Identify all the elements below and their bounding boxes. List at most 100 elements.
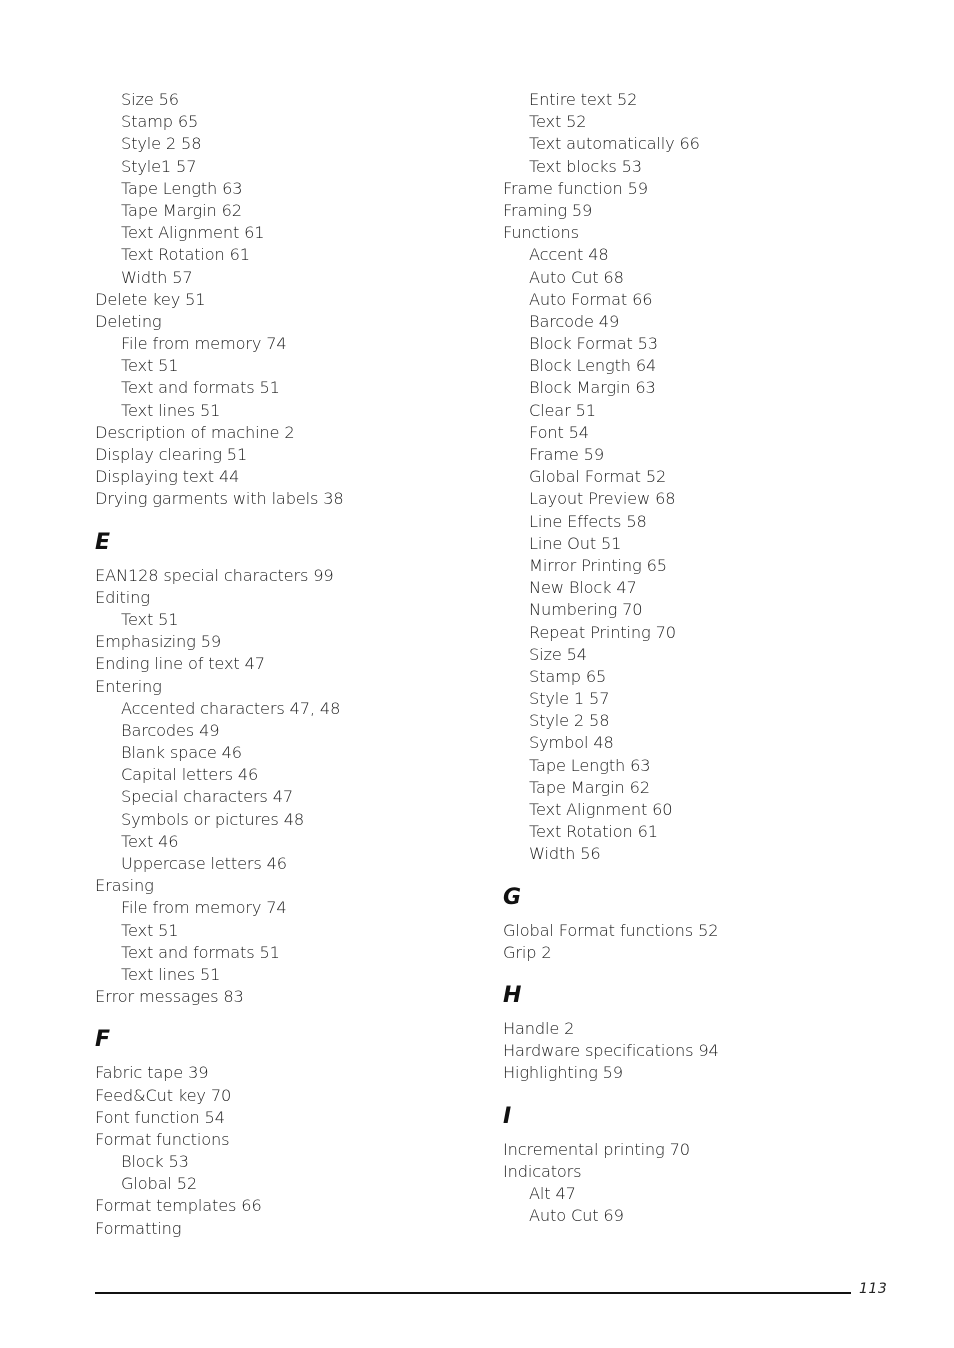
index-subentry: Auto Cut 69 [529,1206,624,1226]
index-subentry: Text automatically 66 [529,134,700,154]
index-column-left: Size 56 Stamp 65 Style 2 58 Style1 57 Tape L… [95,89,475,1240]
index-entry: Erasing [95,876,154,896]
index-entry: Ending line of text 47 [95,654,265,674]
index-entry: Drying garments with labels 38 [95,489,344,509]
index-subentry: Width 56 [529,844,601,864]
index-subentry: File from memory 74 [121,334,287,354]
index-entry: Global Format functions 52 [503,920,719,940]
index-entry: Grip 2 [503,942,552,962]
index-subentry: Style1 57 [121,156,197,176]
index-subentry: Capital letters 46 [121,765,259,785]
index-subentry: Size 54 [529,644,587,664]
index-subentry: Mirror Printing 65 [529,555,667,575]
index-subentry: Global 52 [121,1174,198,1194]
index-entry: Font function 54 [95,1107,225,1127]
index-entry: Handle 2 [503,1018,575,1038]
index-subentry: Line Effects 58 [529,511,647,531]
index-subentry: Line Out 51 [529,533,622,553]
index-subentry: Tape Length 63 [529,755,651,775]
index-subentry: Tape Length 63 [121,178,243,198]
index-entry: Description of machine 2 [95,422,295,442]
index-subentry: Size 56 [121,90,179,109]
index-subentry: Symbol 48 [529,733,614,753]
index-subentry: Clear 51 [529,400,596,420]
index-subentry: Entire text 52 [529,90,638,109]
index-subentry: Text Rotation 61 [529,822,658,842]
index-subentry: Text Rotation 61 [121,245,250,265]
index-subentry: Blank space 46 [121,743,242,763]
index-subentry: Auto Cut 68 [529,267,624,287]
index-subentry: Barcode 49 [529,311,620,331]
index-entry: Deleting [95,311,162,331]
index-subentry: Text 51 [121,609,179,629]
index-entry: Error messages 83 [95,987,244,1007]
index-entry: Fabric tape 39 [95,1063,209,1083]
index-subentry: Frame 59 [529,445,604,464]
index-subentry: Accented characters 47, 48 [121,698,341,718]
index-subentry: Tape Margin 62 [529,777,650,797]
index-entry: EAN128 special characters 99 [95,565,334,585]
index-subentry: Barcodes 49 [121,720,220,740]
index-subentry: Global Format 52 [529,467,667,487]
index-subentry: Stamp 65 [121,112,199,132]
index-subentry: Stamp 65 [529,666,607,686]
index-subentry: Text 46 [121,831,179,851]
index-subentry: Text and formats 51 [121,378,280,398]
index-subentry: Tape Margin 62 [121,200,242,220]
index-subentry: Layout Preview 68 [529,489,676,509]
index-entry: Feed&Cut key 70 [95,1085,232,1105]
index-subentry: New Block 47 [529,578,637,598]
index-entry: Display clearing 51 [95,445,248,464]
index-subentry: Uppercase letters 46 [121,854,287,873]
index-entry: Editing [95,587,150,607]
index-subentry: Text Alignment 60 [529,800,673,819]
page-number: 113 [859,1281,888,1297]
index-subentry: Text 51 [121,356,179,376]
index-subentry: Repeat Printing 70 [529,622,676,642]
index-subentry: Special characters 47 [121,787,294,807]
index-subentry: Block 53 [121,1152,189,1172]
index-subentry: Width 57 [121,267,193,287]
index-subentry: File from memory 74 [121,898,287,918]
index-subentry: Symbols or pictures 48 [121,809,304,829]
index-subentry: Style 2 58 [121,134,202,154]
section-letter-heading: G [503,884,522,910]
index-subentry: Text blocks 53 [529,156,642,176]
index-entry: Delete key 51 [95,289,206,309]
section-letter-heading: E [95,529,111,555]
index-subentry: Text and formats 51 [121,942,280,962]
index-entry: Format functions [95,1129,230,1149]
index-subentry: Numbering 70 [529,600,643,620]
index-subentry: Style 2 58 [529,711,610,731]
index-subentry: Font 54 [529,422,589,442]
section-letter-heading: H [503,982,522,1008]
index-subentry: Text lines 51 [121,400,221,420]
index-entry: Emphasizing 59 [95,632,221,652]
index-entry: Functions [503,223,579,243]
index-subentry: Text lines 51 [121,964,221,984]
index-subentry: Text Alignment 61 [121,223,265,243]
index-entry: Framing 59 [503,200,593,220]
index-subentry: Block Format 53 [529,334,658,354]
index-entry: Frame function 59 [503,178,648,198]
index-entry: Entering [95,676,162,696]
index-entry: Incremental printing 70 [503,1139,690,1159]
index-subentry: Alt 47 [529,1183,576,1203]
index-subentry: Text 51 [121,920,179,940]
section-letter-heading: F [95,1027,111,1053]
index-subentry: Text 52 [529,112,587,132]
index-subentry: Accent 48 [529,245,609,265]
index-entry: Highlighting 59 [503,1063,623,1083]
index-entry: Formatting [95,1218,182,1238]
index-entry: Hardware specifications 94 [503,1041,719,1061]
index-entry: Indicators [503,1161,582,1181]
index-entry: Displaying text 44 [95,467,240,487]
index-subentry: Block Length 64 [529,356,657,376]
index-subentry: Style 1 57 [529,689,610,709]
section-letter-heading: I [503,1103,512,1129]
index-entry: Format templates 66 [95,1196,262,1216]
footer-rule [95,1292,851,1294]
index-column-right: Entire text 52 Text 52 Text automatically … [503,89,883,1227]
index-subentry: Block Margin 63 [529,378,656,398]
index-subentry: Auto Format 66 [529,289,653,309]
